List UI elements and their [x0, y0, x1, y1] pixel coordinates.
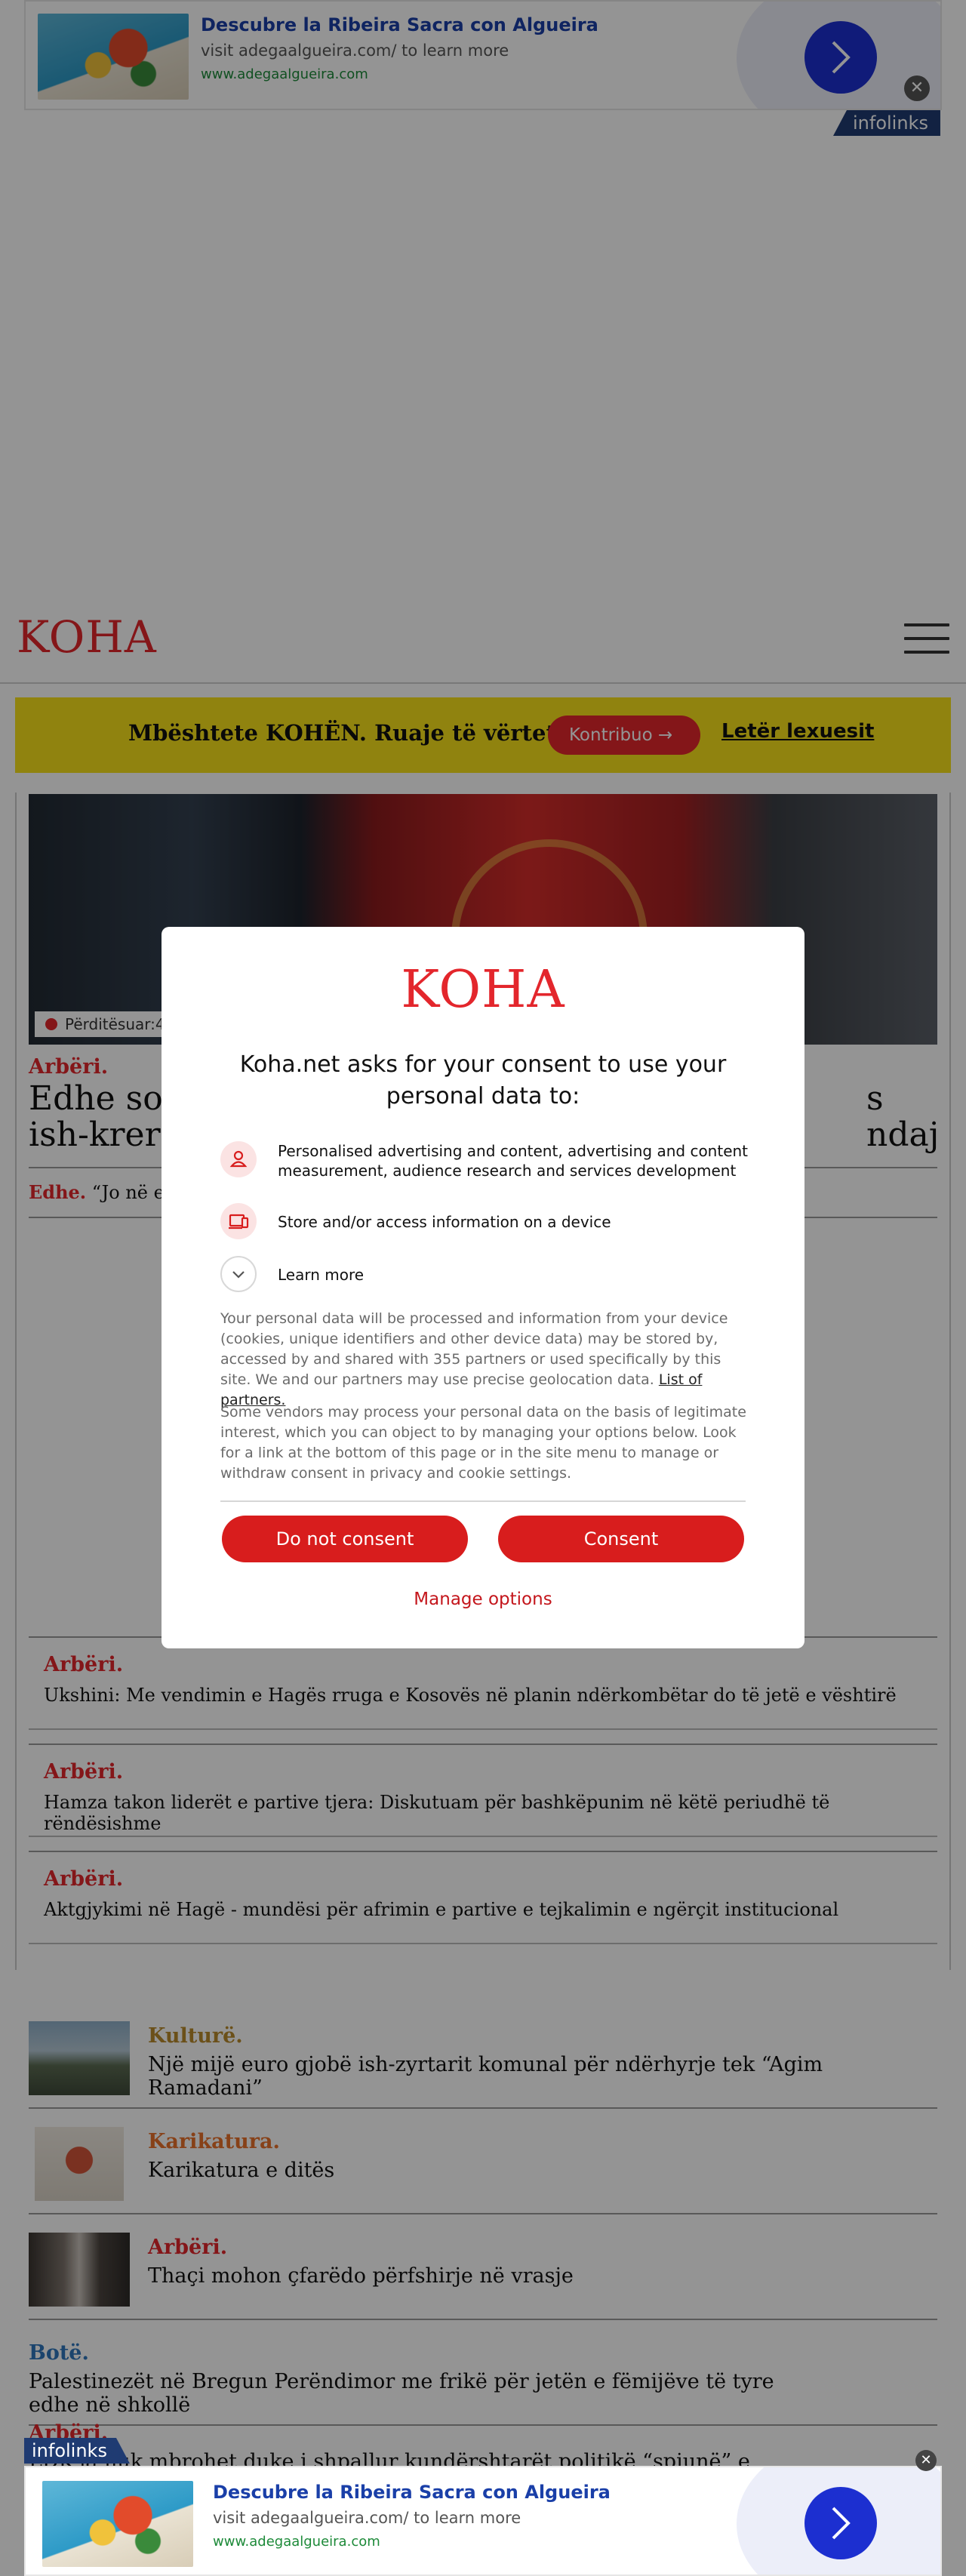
ad-url[interactable]: www.adegaalgueira.com	[213, 2531, 611, 2553]
consent-button[interactable]: Consent	[498, 1516, 744, 1562]
ad-image[interactable]	[42, 2481, 193, 2567]
consent-paragraph-2: Some vendors may process your personal d…	[220, 1404, 746, 1482]
purpose-label: Personalised advertising and content, ad…	[278, 1142, 749, 1180]
purpose-label: Store and/or access information on a dev…	[278, 1213, 611, 1231]
person-icon	[220, 1141, 257, 1177]
ad-subtitle: visit adegaalgueira.com/ to learn more	[213, 2509, 521, 2527]
consent-paragraph-1-text: Your personal data will be processed and…	[220, 1310, 728, 1388]
learn-more-label[interactable]: Learn more	[278, 1265, 761, 1285]
bottom-ad-banner[interactable]: Descubre la Ribeira Sacra con Algueira v…	[24, 2466, 942, 2576]
ad-go-button[interactable]	[804, 2487, 877, 2559]
manage-options-link[interactable]: Manage options	[162, 1590, 804, 1609]
device-icon	[220, 1203, 257, 1239]
chevron-down-icon[interactable]	[220, 1256, 257, 1292]
consent-logo: KOHA	[401, 960, 565, 1020]
consent-paragraph-1: Your personal data will be processed and…	[220, 1309, 749, 1411]
do-not-consent-button[interactable]: Do not consent	[222, 1516, 468, 1562]
consent-divider	[220, 1500, 746, 1502]
infolinks-badge[interactable]: infolinks	[24, 2438, 130, 2464]
ad-title[interactable]: Descubre la Ribeira Sacra con Algueira	[213, 2479, 611, 2505]
consent-dialog: KOHA Koha.net asks for your consent to u…	[162, 927, 804, 1648]
consent-heading: Koha.net asks for your consent to use yo…	[239, 1051, 727, 1109]
close-icon[interactable]: ✕	[915, 2450, 937, 2471]
arrow-right-icon	[832, 2507, 851, 2540]
